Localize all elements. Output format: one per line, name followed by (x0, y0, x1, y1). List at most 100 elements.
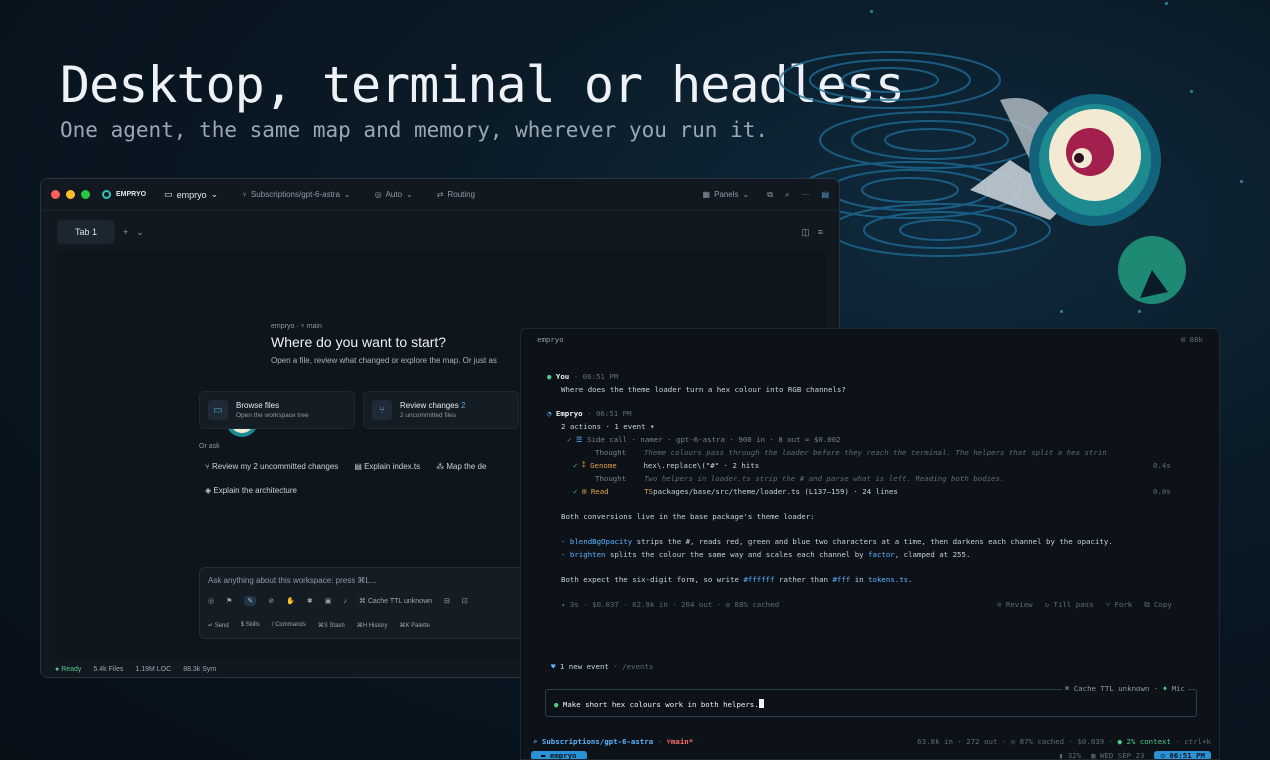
till-pass-button[interactable]: ↻ Till pass (1045, 600, 1094, 610)
shortcut-send[interactable]: ↵ Send (208, 622, 229, 629)
footer-system: ▮ 32% ▦ WED SEP 23 ◷ 06:51 PM (1059, 751, 1211, 760)
response-stats: ✦ 3s · $0.037 · 62.9k in · 264 out · ◎ 8… (561, 600, 780, 609)
minimize-button[interactable] (66, 190, 75, 199)
copy-button[interactable]: ⧉ Copy (1144, 600, 1172, 610)
event-label: 1 new event (559, 662, 609, 671)
review-button[interactable]: ⊙ Review (997, 600, 1033, 610)
actions-summary[interactable]: 2 actions · 1 event ▾ (561, 422, 654, 431)
chevron-down-icon: ⌄ (210, 189, 219, 199)
prompt-input[interactable]: ● Make short hex colours work in both he… (545, 684, 1197, 717)
panels-select[interactable]: ▦ Panels ⌄ (697, 188, 756, 201)
list-icon[interactable]: ≡ (818, 227, 823, 237)
intro-text: Open a file, review what changed or expl… (271, 356, 497, 365)
agent-icon[interactable]: ✎ (244, 596, 257, 606)
mic-icon[interactable]: ♪ (343, 598, 347, 605)
dir-pill: ▬ empryo (531, 751, 587, 759)
target-icon[interactable]: ◎ (208, 597, 214, 605)
genome-label: Genome (590, 461, 617, 470)
shortcut-palette[interactable]: ⌘K Palette (399, 622, 429, 629)
branch-icon: ⑂ (242, 190, 247, 199)
workspace-label: empryo (176, 189, 207, 200)
maximize-button[interactable] (81, 190, 90, 199)
agent-time: 06:51 PM (595, 409, 632, 418)
mode-label: Auto (385, 190, 403, 199)
code-ffffff: #ffffff (743, 575, 775, 584)
terminal-window: empryo ⊞ 88k ● You · 06:51 PM Where does… (520, 328, 1220, 760)
composer[interactable]: Ask anything about this workspace: press… (199, 567, 529, 639)
response-actions: ⊙ Review ↻ Till pass ⑂ Fork ⧉ Copy (997, 600, 1172, 610)
code-tokens: tokens.ts (868, 575, 909, 584)
suggestion-architecture[interactable]: ◈ Explain the architecture (205, 486, 297, 495)
chat-icon[interactable]: ▤ (821, 190, 829, 199)
prompt-text: ● Make short hex colours work in both he… (554, 699, 764, 709)
archive-icon[interactable]: ⊡ (462, 597, 468, 605)
suggestion-review[interactable]: ⑂ Review my 2 uncommitted changes (205, 462, 338, 471)
logo-icon (102, 190, 111, 199)
thought-1: Thought Theme colours pass through the l… (595, 448, 1107, 457)
footer-usage: 63.8k in · 272 out · ◎ 87% cached · $0.0… (917, 737, 1114, 746)
or-ask-label: Or ask (199, 443, 220, 450)
date: ▦ WED SEP 23 (1091, 751, 1145, 760)
you-time: 06:51 PM (582, 372, 619, 381)
suggestion-map[interactable]: ⁂ Map the de (436, 462, 486, 471)
footer-subscription: Subscriptions/gpt-6-astra (541, 737, 654, 746)
add-tab-button[interactable]: + (123, 227, 128, 237)
status-loc: 1.19M LOC (135, 666, 172, 673)
panels-icon: ▦ (702, 190, 711, 199)
branch-icon: ⑂ (372, 400, 392, 420)
more-icon[interactable]: ··· (801, 190, 809, 199)
genome-line: ✓ ⁑ Genome hex\.replace\("#" · 2 hits (573, 461, 760, 470)
split-view-icon[interactable]: ◫ (801, 227, 810, 238)
event-line[interactable]: ♥ 1 new event · /events (551, 662, 653, 671)
text-cursor (758, 699, 764, 708)
genome-text: hex\.replace\("#" · 2 hits (643, 461, 760, 470)
image-icon[interactable]: ▣ (325, 597, 332, 605)
side-call-line: ✓ ☰ Side call · namer · gpt-6-astra · 90… (567, 435, 841, 444)
hand-icon[interactable]: ✋ (286, 597, 295, 605)
bug-icon[interactable]: ✱ (307, 597, 313, 605)
review-changes-card[interactable]: ⑂ Review changes 2 2 uncommitted files (363, 391, 519, 429)
attach-icon[interactable]: ⊟ (444, 597, 450, 605)
chevron-down-icon: ⌄ (343, 190, 351, 199)
mic-button[interactable]: Mic (1172, 684, 1185, 693)
suggestion-explain-index[interactable]: ▤ Explain index.ts (354, 462, 420, 471)
heart-icon: ♥ (551, 662, 556, 671)
subscription-select[interactable]: ⑂ Subscriptions/gpt-6-astra ⌄ (236, 188, 356, 201)
close-button[interactable] (51, 190, 60, 199)
link-icon[interactable]: ⊘ (268, 597, 274, 605)
card-title-text: Review changes (400, 401, 459, 410)
fork-button[interactable]: ⑂ Fork (1106, 600, 1133, 610)
suggestion-label: Review my 2 uncommitted changes (212, 462, 339, 471)
footer-context: 2% context (1126, 737, 1171, 746)
shortcut-row: ↵ Send $ Skills / Commands ⌘S Stash ⌘H H… (208, 622, 430, 629)
shortcut-history[interactable]: ⌘H History (357, 622, 388, 629)
user-question: Where does the theme loader turn a hex c… (561, 385, 846, 394)
clock: ◷ 06:51 PM (1154, 751, 1211, 759)
shortcut-commands[interactable]: / Commands (272, 622, 306, 629)
composer-input[interactable]: Ask anything about this workspace: press… (208, 576, 377, 585)
copy-icon[interactable]: ⧉ (767, 190, 773, 200)
routing-button[interactable]: ⇄ Routing (431, 188, 481, 201)
chevron-down-icon[interactable]: ⌄ (136, 227, 144, 238)
closing-text: rather than (774, 575, 833, 584)
prompt-status: ⌘ Cache TTL unknown · ♦ Mic (1061, 684, 1188, 693)
mode-select[interactable]: ◎ Auto ⌄ (369, 188, 419, 201)
tab-1[interactable]: Tab 1 (57, 220, 116, 244)
search-icon[interactable]: ⌕ (785, 190, 789, 200)
thought-label: Thought (595, 448, 627, 457)
bullet-text: strips the #, reads red, green and blue … (632, 537, 1113, 546)
flag-icon[interactable]: ⚑ (226, 597, 232, 605)
browse-files-card[interactable]: ▭ Browse files Open the workspace tree (199, 391, 355, 429)
answer-intro: Both conversions live in the base packag… (561, 512, 815, 521)
code-fff: #fff (832, 575, 851, 584)
shortcut-skills[interactable]: $ Skills (241, 622, 260, 629)
terminal-header: empryo ⊞ 88k (521, 329, 1219, 349)
workspace-select[interactable]: ▭ empryo ⌄ (158, 187, 224, 202)
breadcrumb: empryo · ⑂ main (271, 323, 322, 330)
thought-text: Two helpers in loader.ts strip the # and… (643, 474, 1005, 483)
answer-bullet-1: - blendBgOpacity strips the #, reads red… (561, 537, 1113, 546)
side-call-text: Side call · namer · gpt-6-astra · 900 in… (587, 435, 841, 444)
shortcut-stash[interactable]: ⌘S Stash (318, 622, 345, 629)
desktop-titlebar: EMPRYO ▭ empryo ⌄ ⑂ Subscriptions/gpt-6-ast… (41, 179, 839, 211)
cache-label: Cache TTL unknown (367, 598, 433, 605)
